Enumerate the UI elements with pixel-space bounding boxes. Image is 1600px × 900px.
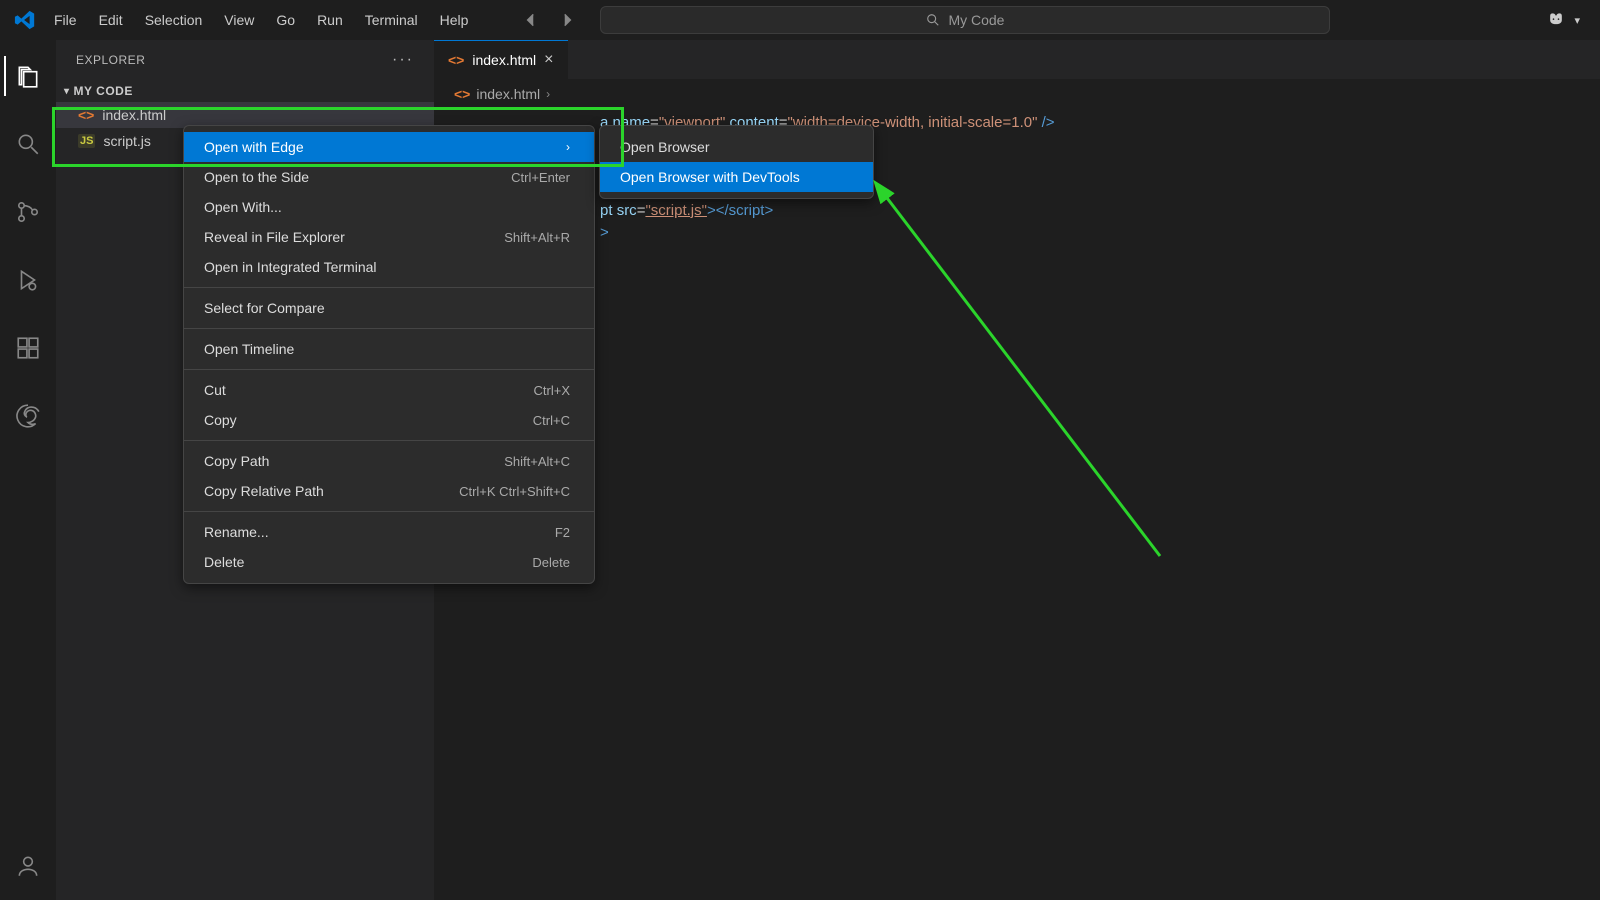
context-menu-divider — [184, 440, 594, 441]
menu-edit[interactable]: Edit — [89, 6, 133, 34]
menu-go[interactable]: Go — [266, 6, 305, 34]
submenu-item-open-browser[interactable]: Open Browser — [600, 132, 873, 162]
context-menu-label: Rename... — [204, 524, 269, 540]
file-label: index.html — [102, 107, 166, 123]
context-menu-shortcut: Ctrl+Enter — [511, 170, 570, 185]
tab-index-html[interactable]: <> index.html × — [434, 40, 568, 79]
menu-run[interactable]: Run — [307, 6, 353, 34]
activity-source-control[interactable] — [4, 188, 52, 236]
context-menu-label: Copy — [204, 412, 237, 428]
context-menu-shortcut: Shift+Alt+C — [504, 454, 570, 469]
html-file-icon: <> — [78, 107, 94, 123]
context-menu-label: Open Timeline — [204, 341, 294, 357]
context-menu-label: Select for Compare — [204, 300, 325, 316]
chevron-right-icon: › — [546, 87, 550, 101]
context-menu-item-delete[interactable]: Delete Delete — [184, 547, 594, 577]
context-menu-item-open-in-integrated-terminal[interactable]: Open in Integrated Terminal — [184, 252, 594, 282]
editor-tabs: <> index.html × — [434, 40, 1600, 80]
context-menu-label: Copy Path — [204, 453, 269, 469]
chevron-right-icon: › — [566, 140, 570, 154]
context-menu-item-cut[interactable]: Cut Ctrl+X — [184, 375, 594, 405]
explorer-title: EXPLORER — [76, 53, 145, 67]
context-menu-shortcut: Shift+Alt+R — [504, 230, 570, 245]
copilot-icon[interactable] — [1546, 10, 1566, 30]
activity-explorer[interactable] — [4, 52, 52, 100]
context-menu-item-select-for-compare[interactable]: Select for Compare — [184, 293, 594, 323]
open-with-edge-submenu: Open Browser Open Browser with DevTools — [599, 125, 874, 199]
menu-view[interactable]: View — [214, 6, 264, 34]
submenu-item-open-browser-with-devtools[interactable]: Open Browser with DevTools — [600, 162, 873, 192]
context-menu-label: Delete — [204, 554, 244, 570]
vscode-logo-icon — [10, 5, 40, 35]
context-menu-item-open-timeline[interactable]: Open Timeline — [184, 334, 594, 364]
html-file-icon: <> — [448, 52, 464, 68]
context-menu-item-open-to-the-side[interactable]: Open to the Side Ctrl+Enter — [184, 162, 594, 192]
context-menu-shortcut: Ctrl+K Ctrl+Shift+C — [459, 484, 570, 499]
context-menu-item-reveal-in-file-explorer[interactable]: Reveal in File Explorer Shift+Alt+R — [184, 222, 594, 252]
context-menu-item-copy[interactable]: Copy Ctrl+C — [184, 405, 594, 435]
context-menu-item-copy-relative-path[interactable]: Copy Relative Path Ctrl+K Ctrl+Shift+C — [184, 476, 594, 506]
activity-run-debug[interactable] — [4, 256, 52, 304]
close-icon[interactable]: × — [544, 51, 553, 69]
nav-back-icon[interactable] — [522, 11, 540, 29]
context-menu-label: Open With... — [204, 199, 282, 215]
js-file-icon: JS — [78, 134, 95, 148]
tab-label: index.html — [472, 52, 536, 68]
context-menu-item-rename[interactable]: Rename... F2 — [184, 517, 594, 547]
context-menu-shortcut: Ctrl+X — [534, 383, 570, 398]
main-menu: File Edit Selection View Go Run Terminal… — [44, 6, 478, 34]
context-menu-divider — [184, 511, 594, 512]
activity-search[interactable] — [4, 120, 52, 168]
activity-bar — [0, 40, 56, 900]
submenu-label: Open Browser — [620, 139, 709, 155]
context-menu-divider — [184, 287, 594, 288]
context-menu-shortcut: Ctrl+C — [533, 413, 570, 428]
annotation-arrow-icon — [870, 180, 1170, 560]
context-menu-label: Open with Edge — [204, 139, 304, 155]
search-text: My Code — [948, 12, 1004, 28]
context-menu-label: Open in Integrated Terminal — [204, 259, 377, 275]
activity-extensions[interactable] — [4, 324, 52, 372]
html-file-icon: <> — [454, 86, 470, 102]
activity-edge-icon[interactable] — [4, 392, 52, 440]
context-menu-divider — [184, 369, 594, 370]
context-menu-shortcut: Delete — [532, 555, 570, 570]
context-menu-item-open-with-edge[interactable]: Open with Edge › — [184, 132, 594, 162]
nav-forward-icon[interactable] — [558, 11, 576, 29]
workspace-folder-header[interactable]: ▾ MY CODE — [56, 80, 434, 102]
more-actions-icon[interactable]: ··· — [392, 51, 414, 69]
workspace-name: MY CODE — [74, 84, 133, 98]
chevron-down-icon[interactable]: ▾ — [1574, 14, 1580, 27]
breadcrumb[interactable]: <> index.html › — [434, 80, 1600, 108]
context-menu-label: Reveal in File Explorer — [204, 229, 345, 245]
context-menu-label: Cut — [204, 382, 226, 398]
context-menu-item-copy-path[interactable]: Copy Path Shift+Alt+C — [184, 446, 594, 476]
file-label: script.js — [103, 133, 150, 149]
submenu-label: Open Browser with DevTools — [620, 169, 800, 185]
file-context-menu: Open with Edge › Open to the Side Ctrl+Ente… — [183, 125, 595, 584]
command-center-search[interactable]: My Code — [600, 6, 1330, 34]
chevron-down-icon: ▾ — [64, 86, 70, 97]
menu-help[interactable]: Help — [430, 6, 479, 34]
search-icon — [926, 13, 940, 27]
context-menu-label: Open to the Side — [204, 169, 309, 185]
menu-file[interactable]: File — [44, 6, 87, 34]
titlebar: File Edit Selection View Go Run Terminal… — [0, 0, 1600, 40]
context-menu-label: Copy Relative Path — [204, 483, 324, 499]
menu-selection[interactable]: Selection — [135, 6, 213, 34]
context-menu-divider — [184, 328, 594, 329]
menu-terminal[interactable]: Terminal — [355, 6, 428, 34]
breadcrumb-file: index.html — [476, 86, 540, 102]
context-menu-item-open-with[interactable]: Open With... — [184, 192, 594, 222]
activity-accounts[interactable] — [4, 842, 52, 890]
context-menu-shortcut: F2 — [555, 525, 570, 540]
